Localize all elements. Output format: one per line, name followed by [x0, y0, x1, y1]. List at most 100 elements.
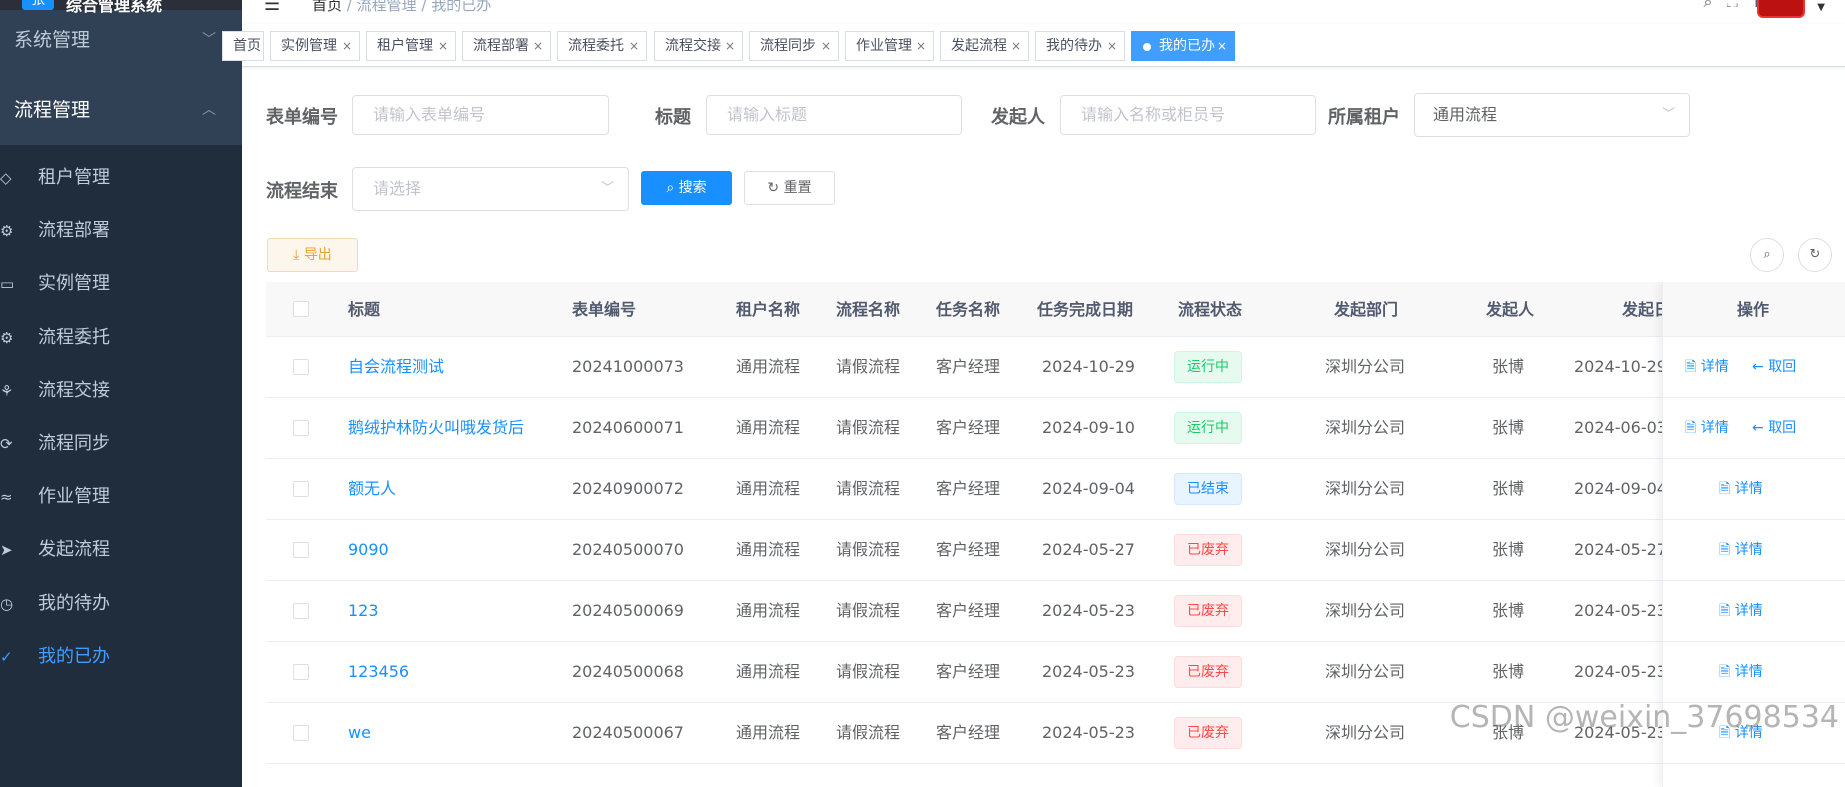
table-row: 9090 20240500070 通用流程 请假流程 客户经理 2024-05-27 深圳分…	[266, 520, 1845, 581]
withdraw-button[interactable]: ← 取回	[1752, 337, 1796, 397]
row-done-date: 2024-10-29	[1042, 357, 1135, 376]
detail-button[interactable]: 🗎 详情	[1685, 337, 1729, 397]
menu-section-system[interactable]: 系统管理 ﹀	[0, 5, 242, 75]
close-icon[interactable]: ×	[1217, 32, 1227, 60]
refresh-table-icon[interactable]: ↻	[1798, 238, 1832, 272]
sidebar-item-label: 流程部署	[38, 220, 110, 242]
tag-label: 我的待办	[1046, 38, 1102, 54]
row-checkbox[interactable]	[293, 603, 309, 619]
close-icon[interactable]: ×	[916, 32, 926, 60]
document-icon: 🗎	[1685, 359, 1701, 375]
column-header: 操作	[1737, 300, 1770, 319]
tag-11[interactable]: 我的已办 ×	[1131, 31, 1235, 61]
export-button[interactable]: ⤓ 导出	[267, 238, 358, 272]
close-icon[interactable]: ×	[821, 32, 831, 60]
close-icon[interactable]: ×	[1107, 32, 1117, 60]
row-checkbox[interactable]	[293, 664, 309, 680]
tags-view: 首页 实例管理 × 租户管理 × 流程部署 × 流程委托 × 流程交接 × 流程同步 × 作业管理 × 发起流…	[222, 24, 1845, 67]
search-icon[interactable]: ⌕	[1704, 0, 1727, 11]
row-checkbox[interactable]	[293, 725, 309, 741]
title-input[interactable]: 请输入标题	[706, 95, 962, 135]
clock-icon: ◷	[0, 594, 14, 613]
avatar[interactable]	[1757, 0, 1805, 18]
row-form-no: 20240500070	[572, 540, 684, 559]
row-dept: 深圳分公司	[1325, 723, 1406, 742]
sidebar-item-label: 租户管理	[38, 167, 110, 188]
row-checkbox[interactable]	[293, 542, 309, 558]
tag-6[interactable]: 流程交接 ×	[654, 31, 743, 61]
row-done-date: 2024-09-04	[1042, 479, 1135, 498]
withdraw-button[interactable]: ← 取回	[1752, 398, 1796, 458]
detail-button[interactable]: 🗎 详情	[1719, 520, 1763, 580]
sidebar-item-10[interactable]: ✓ 我的已办	[0, 626, 242, 688]
tag-4[interactable]: 流程部署 ×	[462, 31, 551, 61]
row-title-link[interactable]: 鹅绒护林防火叫哦发货后	[348, 398, 524, 458]
row-title-link[interactable]: 自会流程测试	[348, 337, 444, 397]
tag-10[interactable]: 我的待办 ×	[1035, 31, 1125, 61]
row-checkbox[interactable]	[293, 359, 309, 375]
caret-down-icon[interactable]: ▼	[1817, 2, 1825, 13]
tag-8[interactable]: 作业管理 ×	[845, 31, 934, 61]
row-start-date: 2024-09-04	[1574, 479, 1664, 498]
menu-section-process[interactable]: 流程管理 ︿	[0, 75, 242, 145]
tenant-select-value: 通用流程	[1433, 105, 1498, 124]
row-title-link[interactable]: 123	[348, 581, 379, 641]
table-row: 额无人 20240900072 通用流程 请假流程 客户经理 2024-09-04 深圳分公…	[266, 459, 1845, 520]
detail-button[interactable]: 🗎 详情	[1685, 398, 1729, 458]
table-header: 操作	[1663, 282, 1845, 337]
tag-9[interactable]: 发起流程 ×	[940, 31, 1029, 61]
row-done-date: 2024-05-27	[1042, 540, 1135, 559]
row-process: 请假流程	[836, 601, 901, 620]
column-header: 任务完成日期	[1037, 300, 1134, 319]
tag-1[interactable]: 首页	[222, 31, 264, 61]
breadcrumb-home[interactable]: 首页	[312, 0, 342, 14]
row-done-date: 2024-09-10	[1042, 418, 1135, 437]
detail-button[interactable]: 🗎 详情	[1719, 581, 1763, 641]
row-title-link[interactable]: 额无人	[348, 459, 396, 519]
search-icon: ⌕	[666, 180, 679, 196]
chevron-up-icon: ︿	[202, 102, 216, 118]
tag-7[interactable]: 流程同步 ×	[749, 31, 839, 61]
toggle-search-icon[interactable]: ⌕	[1750, 238, 1784, 272]
column-header: 任务名称	[936, 300, 1001, 319]
detail-button[interactable]: 🗎 详情	[1719, 459, 1763, 519]
row-title-link[interactable]: 123456	[348, 642, 409, 702]
deploy-icon: ⚙	[0, 222, 14, 241]
close-icon[interactable]: ×	[1011, 32, 1021, 60]
close-icon[interactable]: ×	[342, 32, 352, 60]
search-button[interactable]: ⌕ 搜索	[641, 171, 732, 205]
row-title-link[interactable]: we	[348, 703, 371, 763]
tag-5[interactable]: 流程委托 ×	[557, 31, 647, 61]
row-tenant: 通用流程	[736, 479, 801, 498]
tag-label: 实例管理	[281, 38, 337, 54]
tag-3[interactable]: 租户管理 ×	[366, 31, 456, 61]
tag-label: 流程同步	[760, 38, 816, 54]
row-task: 客户经理	[936, 540, 1001, 559]
close-icon[interactable]: ×	[438, 32, 448, 60]
row-title-link[interactable]: 9090	[348, 520, 389, 580]
tenant-select[interactable]: 通用流程 ﹀	[1414, 93, 1690, 137]
row-checkbox[interactable]	[293, 420, 309, 436]
row-checkbox[interactable]	[293, 481, 309, 497]
detail-label: 详情	[1700, 359, 1729, 375]
select-all-checkbox[interactable]	[293, 301, 309, 317]
close-icon[interactable]: ×	[533, 32, 543, 60]
finished-select[interactable]: 请选择 ﹀	[352, 167, 629, 211]
column-header: 租户名称	[736, 300, 801, 319]
row-tenant: 通用流程	[736, 418, 801, 437]
tag-label: 我的已办	[1159, 38, 1215, 54]
close-icon[interactable]: ×	[629, 32, 639, 60]
form-no-input[interactable]: 请输入表单编号	[352, 95, 609, 135]
detail-button[interactable]: 🗎 详情	[1719, 642, 1763, 702]
withdraw-label: 取回	[1768, 420, 1797, 436]
fullscreen-icon[interactable]: ⛶	[1726, 0, 1751, 11]
row-initiator: 张博	[1492, 662, 1525, 681]
initiator-input[interactable]: 请输入名称或柜员号	[1060, 95, 1316, 135]
submenu-process: ◇ 租户管理 ⚙ 流程部署 ▭ 实例管理 ⚙ 流程委托 ⚘ 流程交接 ⟳ 流程同步 ≈ 作业管理 ➤ 发起流程…	[0, 145, 242, 787]
row-form-no: 20240500069	[572, 601, 684, 620]
tag-2[interactable]: 实例管理 ×	[270, 31, 360, 61]
breadcrumb-mid: 流程管理	[356, 0, 417, 14]
hamburger-icon[interactable]: ☰	[264, 0, 280, 15]
close-icon[interactable]: ×	[725, 32, 735, 60]
reset-button[interactable]: ↻ 重置	[744, 171, 835, 205]
